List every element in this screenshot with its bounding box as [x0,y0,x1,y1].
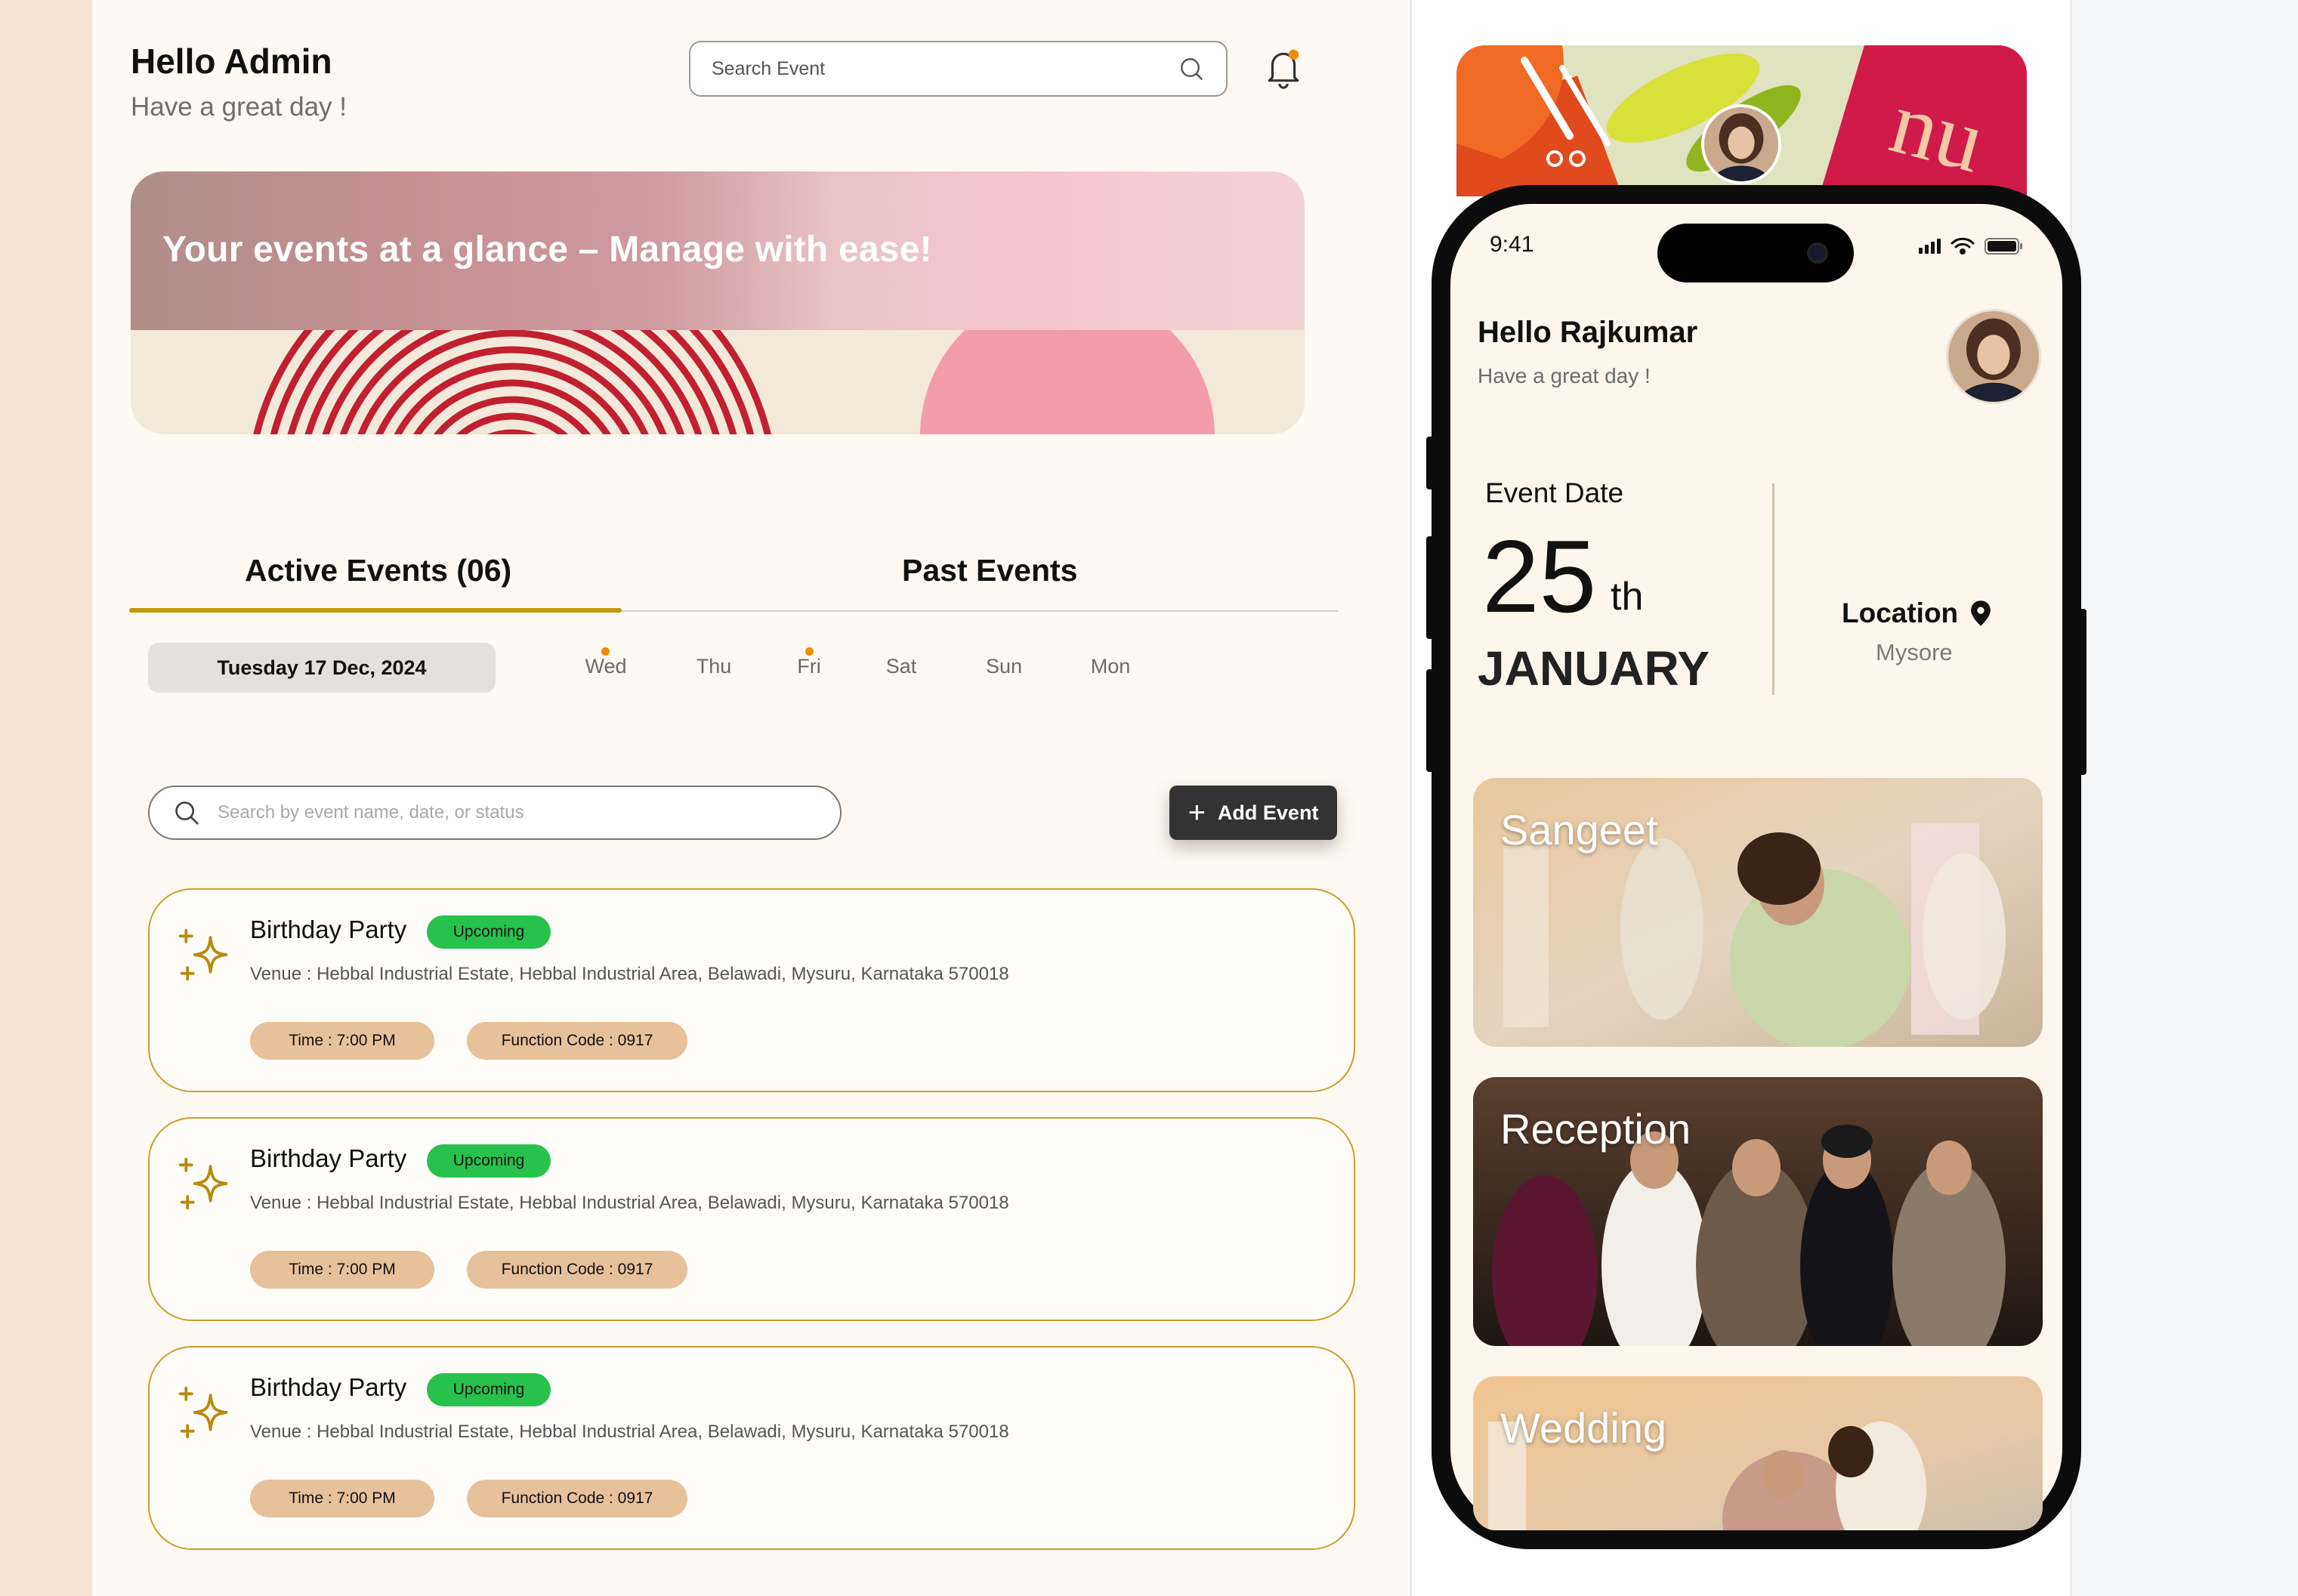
event-month: JANUARY [1478,641,1710,696]
banner-decoration [253,330,1215,434]
add-event-button[interactable]: + Add Event [1169,786,1337,840]
status-badge: Upcoming [427,1144,551,1178]
wedding-image [1473,1376,2043,1530]
event-search-bar[interactable] [689,41,1228,97]
event-day-suffix: th [1611,575,1644,619]
event-card-reception[interactable]: Reception [1473,1077,2043,1346]
battery-icon [1984,238,2022,255]
sparkle-icon [178,928,228,981]
event-date-label: Event Date [1485,477,1624,508]
greeting-title: Hello Admin [131,42,332,81]
function-code-pill: Function Code : 0917 [467,1480,687,1517]
phone-greeting: Hello Rajkumar [1478,316,1698,349]
event-title: Birthday Party [250,1144,407,1172]
function-code-pill: Function Code : 0917 [467,1251,687,1289]
location-label-row: Location [1842,597,1993,629]
sparkle-icon [178,1386,228,1439]
event-card[interactable]: Birthday Party Upcoming Venue : Hebbal I… [148,1346,1355,1550]
event-venue: Venue : Hebbal Industrial Estate, Hebbal… [250,1193,1009,1213]
day-sun[interactable]: Sun [974,655,1034,678]
event-venue: Venue : Hebbal Industrial Estate, Hebbal… [250,1422,1009,1442]
avatar[interactable] [1946,309,2041,404]
search-icon [175,801,199,825]
banner-headline: Your events at a glance – Manage with ea… [162,230,932,270]
event-card-sangeet[interactable]: Sangeet [1473,778,2043,1047]
event-venue: Venue : Hebbal Industrial Estate, Hebbal… [250,964,1009,984]
selected-date-pill[interactable]: Tuesday 17 Dec, 2024 [148,643,496,693]
event-card-wedding[interactable]: Wedding [1473,1376,2043,1530]
tab-past-events[interactable]: Past Events [902,553,1077,588]
camera-icon [1807,242,1828,264]
event-card-title: Reception [1500,1105,1691,1153]
day-mon[interactable]: Mon [1080,655,1141,678]
status-bar-icons [1919,237,2022,255]
status-time: 9:41 [1490,232,1534,257]
dynamic-island [1657,224,1854,282]
event-card-title: Wedding [1500,1404,1667,1452]
function-code-pill: Function Code : 0917 [467,1022,687,1060]
wifi-icon [1951,237,1975,255]
search-icon[interactable] [1178,55,1205,82]
status-badge: Upcoming [427,915,551,949]
event-card[interactable]: Birthday Party Upcoming Venue : Hebbal I… [148,1117,1355,1321]
event-time-pill: Time : 7:00 PM [250,1480,434,1517]
left-sidebar-strip [0,0,92,1596]
tab-active-events[interactable]: Active Events (06) [245,553,511,588]
event-day: 25 [1482,519,1597,634]
event-title: Birthday Party [250,915,407,943]
phone-side-button [1426,437,1434,489]
day-fri[interactable]: Fri [779,655,839,678]
active-tab-indicator [129,608,622,613]
event-list-search[interactable] [148,786,842,840]
event-time-pill: Time : 7:00 PM [250,1022,434,1060]
location-label: Location [1842,597,1959,628]
day-wed[interactable]: Wed [576,655,636,678]
sparkle-icon [178,1157,228,1210]
hero-banner: Your events at a glance – Manage with ea… [131,171,1305,434]
phone-greeting-subtitle: Have a great day ! [1478,364,1651,387]
phone-volume-up [1426,536,1434,639]
phone-volume-down [1426,669,1434,772]
plus-icon: + [1188,796,1206,829]
location-value: Mysore [1876,639,1953,665]
phone-power-button [2079,609,2086,775]
day-sat[interactable]: Sat [871,655,931,678]
day-thu[interactable]: Thu [684,655,744,678]
avatar-top [1701,104,1781,184]
info-separator [1772,483,1774,695]
event-card[interactable]: Birthday Party Upcoming Venue : Hebbal I… [148,888,1355,1092]
location-pin-icon [1971,600,1991,626]
event-title: Birthday Party [250,1373,407,1401]
status-badge: Upcoming [427,1373,551,1406]
signal-icon [1919,239,1941,254]
event-list-search-input[interactable] [218,802,817,823]
greeting-subtitle: Have a great day ! [131,92,347,122]
event-card-title: Sangeet [1500,806,1658,854]
event-time-pill: Time : 7:00 PM [250,1251,434,1289]
event-search-input[interactable] [712,57,1178,80]
bell-icon[interactable] [1265,47,1302,89]
add-event-label: Add Event [1217,801,1319,824]
